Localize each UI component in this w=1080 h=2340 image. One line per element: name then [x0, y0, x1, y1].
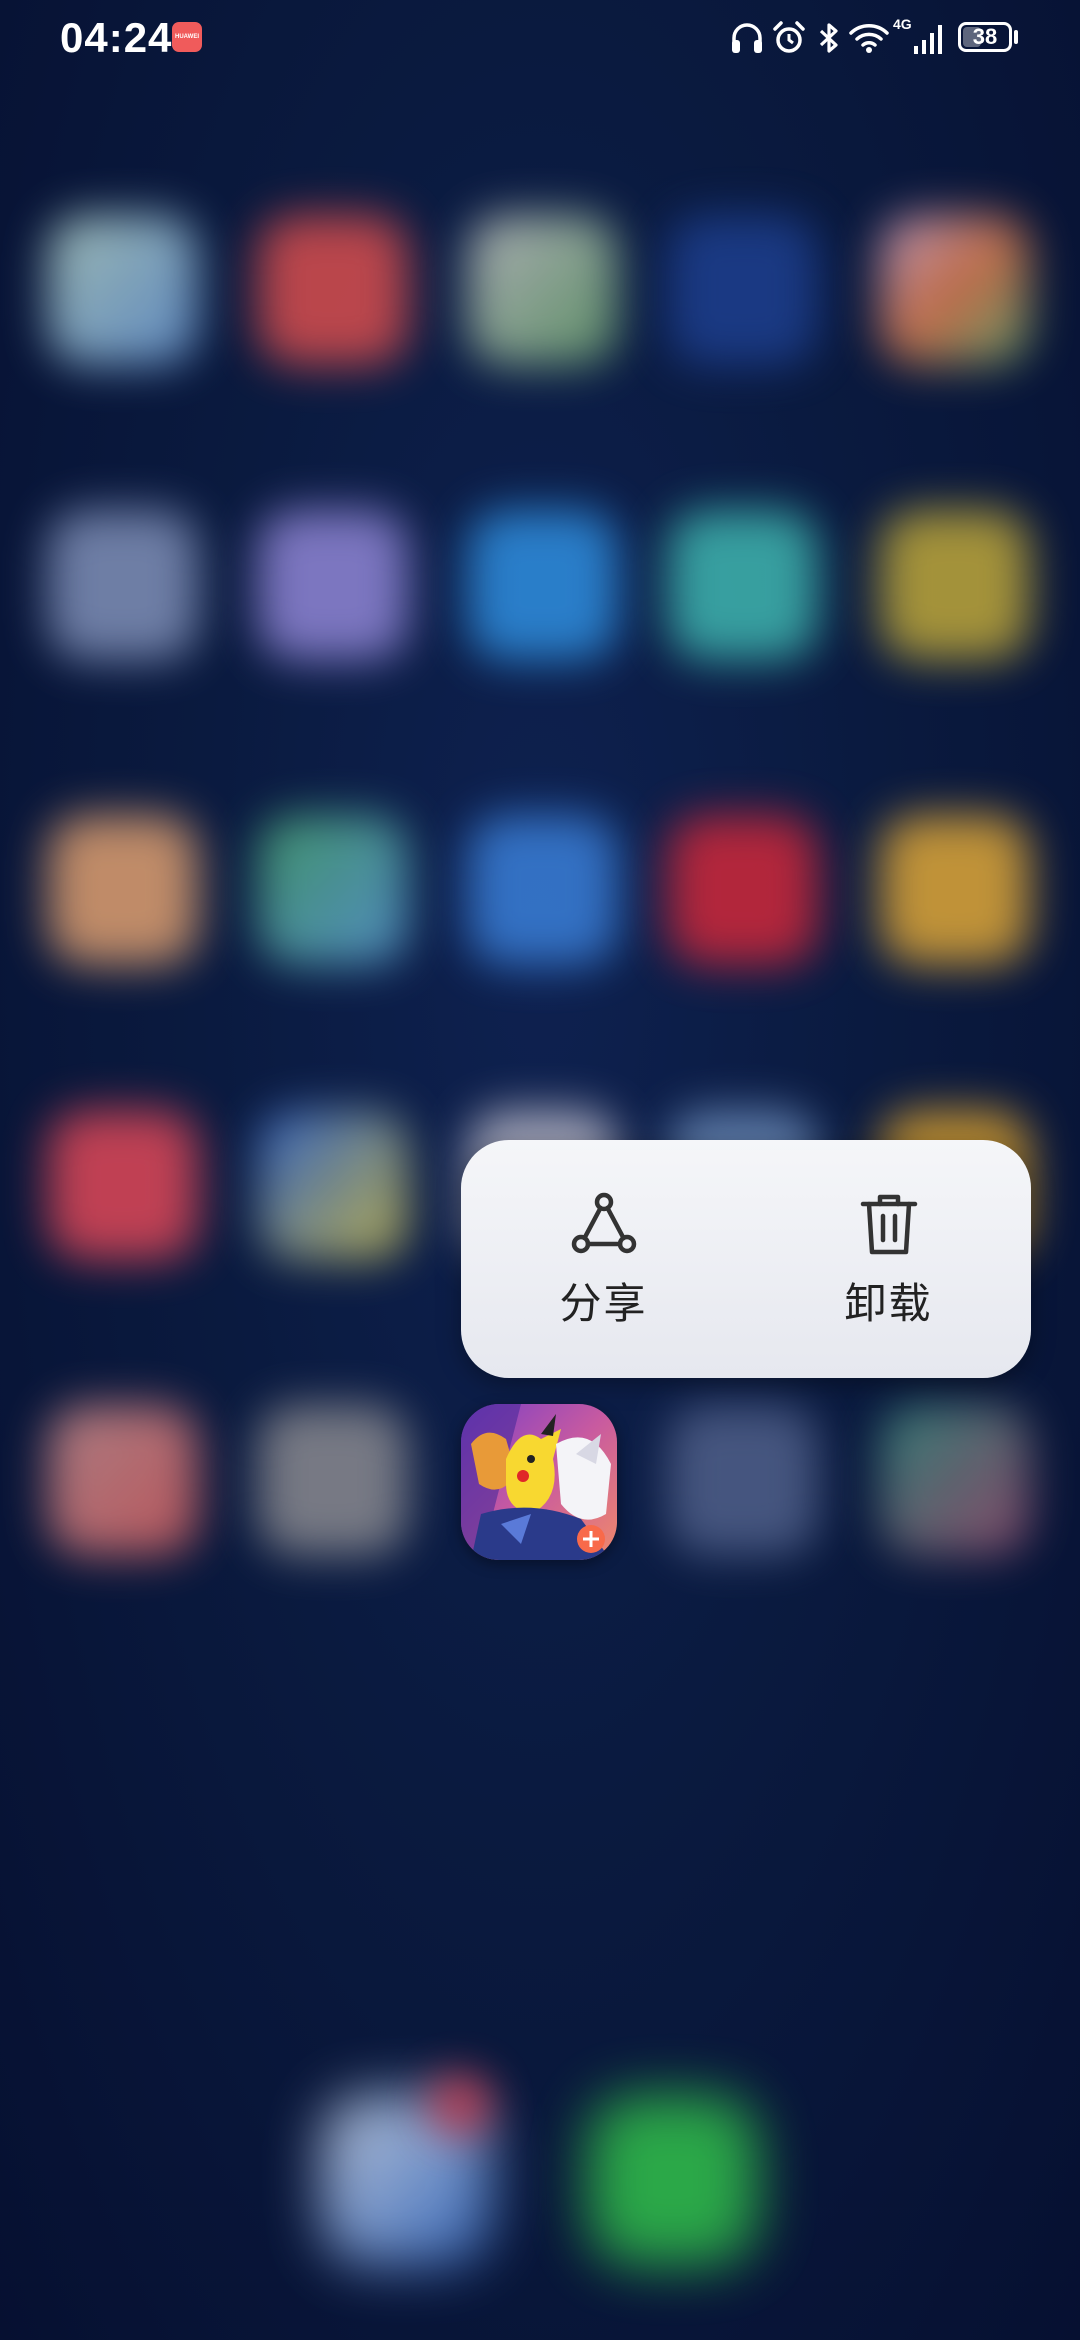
blurred-app-icon	[880, 1405, 1030, 1555]
blurred-app-icon	[468, 815, 618, 965]
blurred-app-icon	[258, 815, 408, 965]
blurred-app-icon	[48, 215, 198, 365]
blurred-dock-badge	[430, 2075, 490, 2135]
blurred-app-icon	[48, 510, 198, 660]
blurred-app-icon	[880, 510, 1030, 660]
trash-icon	[860, 1194, 917, 1255]
blurred-app-icon	[48, 1405, 198, 1555]
blurred-dock-icon	[588, 2095, 758, 2265]
share-menu-label: 分享	[559, 1280, 648, 1327]
blurred-app-icon	[668, 1405, 818, 1555]
blurred-app-icon	[48, 815, 198, 965]
uninstall-menu-item[interactable]: 卸载	[746, 1140, 1031, 1378]
blurred-app-icon	[258, 215, 408, 365]
pokemon-unite-app-icon[interactable]	[461, 1404, 617, 1560]
uninstall-menu-label: 卸载	[844, 1280, 933, 1327]
network-type-label: 4G	[893, 16, 912, 32]
share-menu-item[interactable]: 分享	[461, 1140, 746, 1378]
cellular-signal-icon	[914, 25, 942, 54]
blurred-app-icon	[468, 215, 618, 365]
blurred-app-icon	[258, 510, 408, 660]
blurred-app-icon	[668, 510, 818, 660]
wifi-icon	[849, 24, 889, 53]
blurred-app-icon	[258, 1110, 408, 1260]
blurred-app-icon	[668, 815, 818, 965]
blurred-app-icon	[880, 215, 1030, 365]
app-icon-artwork	[461, 1404, 617, 1560]
status-time: 04:24	[60, 14, 173, 61]
headphones-icon	[732, 23, 762, 53]
share-icon	[571, 1192, 636, 1254]
blurred-app-icon	[880, 815, 1030, 965]
blurred-app-icon	[48, 1110, 198, 1260]
status-bar: 04:24 HUAWEI 4G 38	[0, 0, 1080, 80]
blurred-app-icon	[468, 510, 618, 660]
alarm-icon	[773, 21, 805, 53]
app-context-menu: 分享 卸载	[461, 1140, 1031, 1378]
notification-badge: HUAWEI	[172, 22, 202, 52]
blurred-app-icon	[258, 1405, 408, 1555]
bluetooth-icon	[819, 23, 838, 53]
blurred-app-icon	[668, 215, 818, 365]
battery-tip	[1014, 30, 1018, 44]
battery-icon: 38	[958, 22, 1012, 52]
battery-level: 38	[972, 24, 998, 49]
